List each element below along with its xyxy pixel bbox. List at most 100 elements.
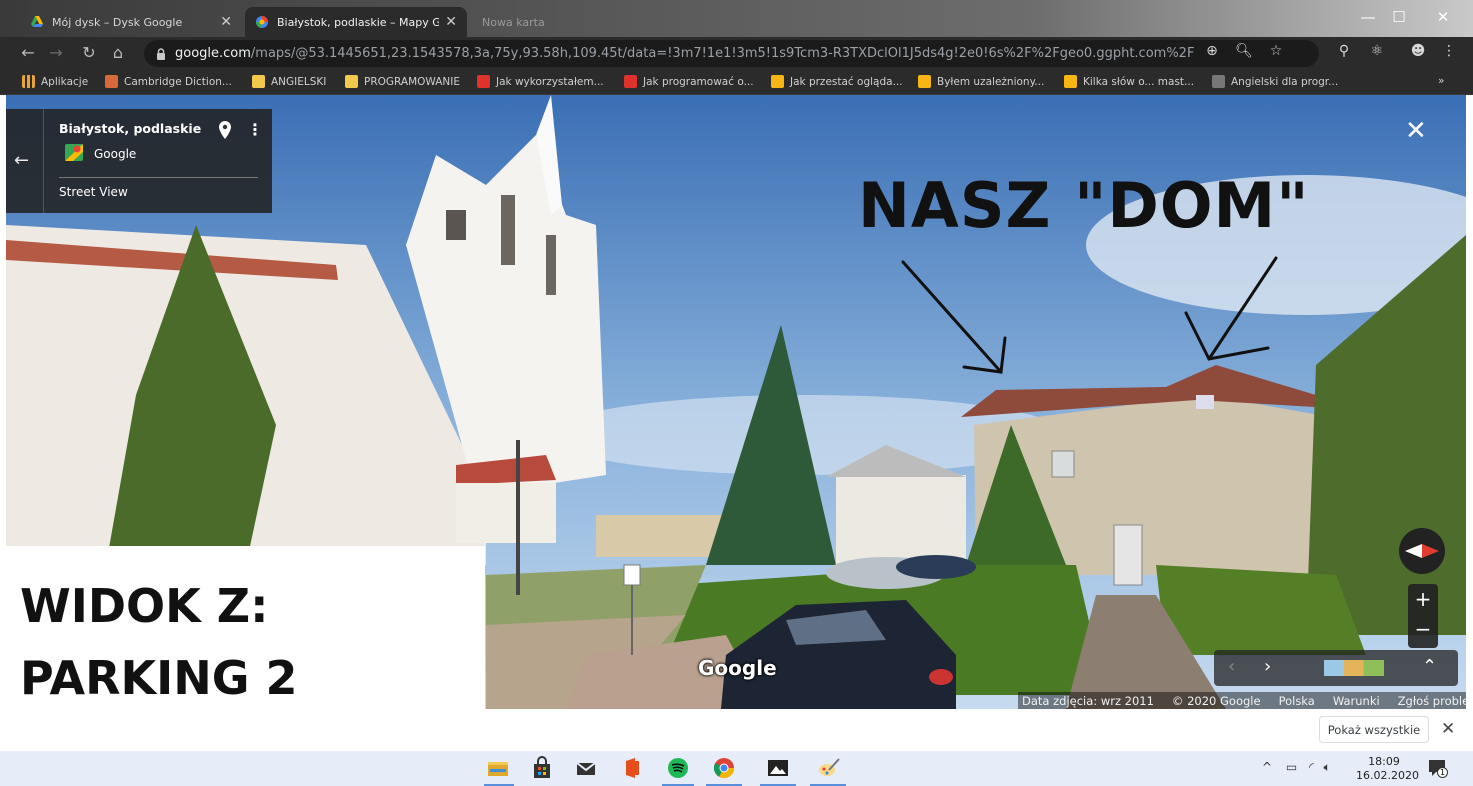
bookmark-item[interactable]: Jak programować o... [624, 75, 754, 88]
photo-strip-control: ‹ › ⌃ [1214, 650, 1458, 686]
google-drive-icon [31, 16, 43, 27]
tab-title: Białystok, podlaskie – Mapy Goo [277, 15, 440, 29]
volume-icon[interactable]: 🔈︎ [1324, 760, 1331, 774]
divider [43, 109, 44, 213]
tab-title: Nowa karta [482, 15, 545, 29]
battery-icon[interactable]: ▭ [1286, 760, 1297, 774]
minimize-icon[interactable]: — [1353, 8, 1383, 26]
url-text: google.com/maps/@53.1445651,23.1543578,3… [175, 46, 1195, 61]
spotify-icon[interactable] [666, 756, 690, 780]
tab-new-tab[interactable]: Nowa karta [472, 7, 672, 37]
extension-react-icon[interactable]: ⚛ [1367, 43, 1387, 59]
grid-icon [1212, 75, 1225, 88]
back-arrow-icon[interactable]: ← [14, 150, 29, 171]
folder-icon [252, 75, 265, 88]
report-problem-link[interactable]: Zgłoś problem [1398, 694, 1466, 708]
install-icon[interactable]: ⊕ [1202, 43, 1222, 59]
windows-taskbar: ^ ▭ ◜ 🔈︎ 18:09 16.02.2020 1 [0, 751, 1473, 786]
tab-google-maps[interactable]: Białystok, podlaskie – Mapy Goo ✕ [245, 7, 467, 37]
mail-icon[interactable] [574, 756, 598, 780]
more-bookmarks-label: » [1438, 75, 1445, 87]
compass-icon [1405, 544, 1439, 558]
d-icon [1064, 75, 1077, 88]
maximize-icon[interactable]: ☐ [1384, 8, 1414, 26]
divider [59, 177, 258, 178]
paint-icon[interactable] [817, 756, 841, 780]
provider-name: Google [94, 147, 137, 161]
close-tab-icon[interactable]: ✕ [445, 14, 457, 30]
place-name[interactable]: Białystok, podlaskie [59, 121, 201, 136]
clock[interactable]: 18:09 16.02.2020 [1356, 755, 1419, 783]
bookmark-item[interactable]: Jak wykorzystałem... [477, 75, 604, 88]
bookmark-item[interactable]: Kilka słów o... mast... [1064, 75, 1194, 88]
reload-icon[interactable]: ↻ [79, 43, 99, 62]
bookmark-item[interactable]: Cambridge Diction... [105, 75, 232, 88]
close-street-view-icon[interactable]: ✕ [1405, 116, 1427, 146]
tower-window [446, 210, 466, 240]
forward-arrow-icon[interactable]: → [46, 43, 66, 62]
profile-avatar-icon[interactable]: ☻ [1408, 43, 1428, 59]
bookmark-item[interactable]: ANGIELSKI [252, 75, 326, 88]
roof-window [1196, 395, 1214, 409]
bookmark-label: Jak wykorzystałem... [496, 75, 604, 88]
country-link[interactable]: Polska [1279, 694, 1315, 708]
more-options-icon[interactable]: ⋮ [247, 120, 263, 139]
apps-grid-icon [22, 75, 35, 88]
zoom-icon[interactable]: 🔍︎ [1234, 43, 1254, 59]
window-close-icon[interactable]: ✕ [1428, 8, 1458, 26]
bookmark-label: ANGIELSKI [271, 75, 327, 88]
street-view-panorama[interactable]: ← Białystok, podlaskie Google ⋮ Street V… [6, 95, 1466, 709]
compass-control[interactable] [1399, 528, 1445, 574]
extension-key-icon[interactable]: ⚲ [1334, 43, 1354, 59]
office-icon[interactable] [620, 756, 644, 780]
close-download-bar-icon[interactable]: ✕ [1441, 719, 1455, 739]
back-arrow-icon[interactable]: ← [18, 43, 38, 62]
google-watermark: Google [698, 656, 777, 680]
bookmark-label: Byłem uzależniony... [937, 75, 1045, 88]
hedge [1156, 565, 1366, 655]
caption-line-1: WIDOK Z: [20, 579, 269, 633]
bookmark-item[interactable]: Byłem uzależniony... [918, 75, 1044, 88]
chevron-right-icon[interactable]: › [1264, 656, 1271, 677]
menu-dots-icon[interactable]: ⋮ [1439, 43, 1459, 59]
notification-center-icon[interactable]: 1 [1428, 758, 1448, 778]
bookmark-label: Jak przestać ogląda... [790, 75, 903, 88]
bookmark-label: Kilka słów o... mast... [1083, 75, 1195, 88]
zoom-out-button[interactable]: − [1408, 614, 1438, 644]
browser-toolbar: ← → ↻ ⌂ google.com/maps/@53.1445651,23.1… [0, 37, 1473, 70]
bookmark-item[interactable]: Angielski dla progr... [1212, 75, 1338, 88]
sign-post [631, 585, 633, 655]
bookmark-item[interactable]: Jak przestać ogląda... [771, 75, 903, 88]
file-explorer-icon[interactable] [486, 756, 510, 780]
chrome-icon[interactable] [712, 756, 736, 780]
terms-link[interactable]: Warunki [1333, 694, 1380, 708]
distant-house [836, 475, 966, 565]
location-pin-icon[interactable] [218, 121, 232, 139]
bookmark-label: Aplikacje [41, 75, 89, 88]
chevron-left-icon[interactable]: ‹ [1228, 656, 1235, 677]
folder-icon [345, 75, 358, 88]
address-bar[interactable]: google.com/maps/@53.1445651,23.1543578,3… [144, 40, 1319, 67]
car-taillight [929, 669, 953, 685]
home-icon[interactable]: ⌂ [108, 43, 128, 62]
show-all-downloads-button[interactable]: Pokaż wszystkie [1319, 716, 1429, 743]
store-icon[interactable] [530, 756, 554, 780]
close-tab-icon[interactable]: ✕ [220, 14, 232, 30]
url-path: /maps/@53.1445651,23.1543578,3a,75y,93.5… [250, 46, 1195, 61]
more-bookmarks-icon[interactable]: » [1438, 75, 1444, 87]
bookmark-item[interactable]: Aplikacje [22, 75, 88, 88]
wifi-icon[interactable]: ◜ [1309, 760, 1314, 774]
chevron-up-icon[interactable]: ⌃ [1422, 656, 1437, 677]
photos-icon[interactable] [766, 756, 790, 780]
street-view-label: Street View [59, 185, 128, 199]
copyright: © 2020 Google [1171, 693, 1261, 708]
tab-google-drive[interactable]: Mój dysk – Dysk Google ✕ [20, 7, 242, 37]
distant-building [596, 515, 726, 557]
caption-box: WIDOK Z: PARKING 2 [6, 546, 485, 709]
photo-thumbnails[interactable] [1324, 660, 1384, 676]
chevron-up-icon[interactable]: ^ [1262, 760, 1272, 774]
zoom-in-button[interactable]: + [1408, 584, 1438, 614]
notification-count: 1 [1437, 767, 1448, 778]
bookmark-item[interactable]: PROGRAMOWANIE [345, 75, 460, 88]
bookmark-star-icon[interactable]: ☆ [1266, 43, 1286, 59]
